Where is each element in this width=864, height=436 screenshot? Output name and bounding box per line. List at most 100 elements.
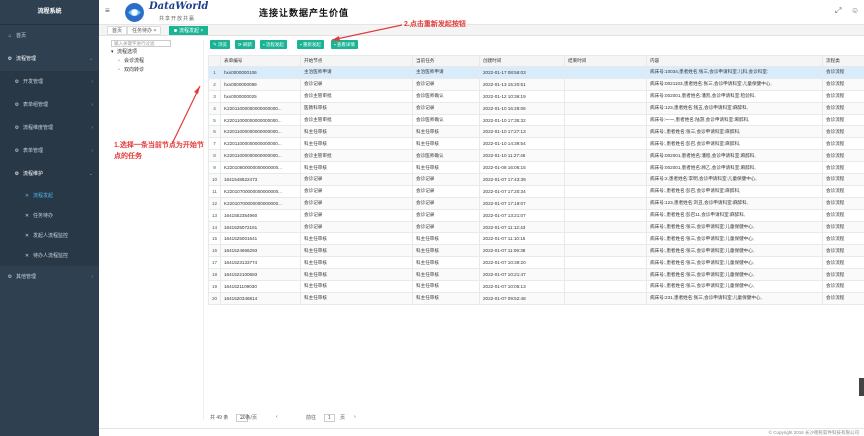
column-header-form-no[interactable]: 表单编号	[220, 55, 301, 67]
table-cell: 会诊流程	[822, 137, 864, 151]
user-icon[interactable]: ☺	[851, 6, 859, 15]
table-row[interactable]: 3 hxx0000000025 会诊主管审批 会诊医师确认 2022-01-12 10:…	[208, 89, 864, 103]
sidebar-item-initiator-monitor[interactable]: ✕ 发起人流程监控	[0, 226, 99, 246]
table-cell: 会诊流程	[822, 77, 864, 91]
column-header-create-time[interactable]: 创建时间	[479, 55, 565, 67]
table-cell	[564, 208, 647, 222]
page-size-select[interactable]: 20条/页 ⌄	[236, 414, 257, 422]
row-index: 4	[208, 101, 221, 115]
launch-process-button[interactable]: ▪ 流程发起	[260, 40, 287, 49]
wrench-icon: ✕	[24, 233, 30, 239]
table-row[interactable]: 1 hxx0000000106 主治医师申请 主治医师申请 2022-01-17 08:…	[208, 66, 864, 79]
sidebar-item-form-group[interactable]: ⚙ 表单组管理 ›	[0, 94, 99, 117]
next-page-button[interactable]: ›	[354, 414, 356, 420]
tab-process-launch[interactable]: 流程发起 ×	[169, 26, 209, 35]
table-cell: 会诊医师确认	[412, 89, 480, 103]
sidebar-item-process-management[interactable]: ⚙ 流程管理 ⌄	[0, 48, 99, 71]
tree-node-referral[interactable]: ▫ 双向转诊	[111, 66, 203, 75]
menu-toggle-icon[interactable]: ≡	[105, 6, 110, 15]
table-cell: 病床号:0021103,患者姓名:张三,会诊申请科室:儿童保健中心,	[646, 77, 823, 91]
column-header-process-type[interactable]: 流程类	[822, 55, 864, 67]
table-cell: 2022-01-10 14:39:54	[479, 137, 565, 151]
table-cell: K22011000000000000000...	[220, 101, 301, 115]
table-row[interactable]: 14 1641525072161 会诊记录 会诊记录 2022-01-07 11:12:…	[208, 220, 864, 234]
table-row[interactable]: 13 1641552354960 会诊记录 会诊记录 2022-01-07 13:21:…	[208, 208, 864, 222]
table-cell: 病床号:002001,患者姓名:潘凯,会诊申请科室:检验科,	[646, 89, 823, 103]
page-unit-label: 页	[340, 415, 346, 421]
row-index: 5	[208, 113, 221, 127]
table-cell: 会诊主管审批	[300, 149, 413, 163]
row-index: 18	[208, 268, 221, 282]
table-row[interactable]: 11 K22010700000000000000... 会诊记录 会诊记录 2022-0…	[208, 184, 864, 198]
table-row[interactable]: 17 1641523133774 科主任审核 科主任审核 2022-01-07 10:3…	[208, 256, 864, 270]
row-index: 7	[208, 137, 221, 151]
table-row[interactable]: 15 1641525001641 科主任审核 科主任审核 2022-01-07 11:1…	[208, 232, 864, 246]
relaunch-button[interactable]: ▪ 重新发起	[297, 40, 324, 49]
table-cell: 2022-01-10 16:28:06	[479, 101, 565, 115]
page-number-input[interactable]: 1	[324, 414, 335, 422]
table-row[interactable]: 19 1641521109030 科主任审核 科主任审核 2022-01-07 10:0…	[208, 280, 864, 293]
sidebar-item-form-management[interactable]: ⚙ 表单管理 ›	[0, 140, 99, 163]
side-scroll-handle[interactable]	[859, 378, 864, 396]
sidebar-item-task-todo[interactable]: ✕ 任务待办	[0, 206, 99, 226]
table-cell: K22010700000000000000...	[220, 196, 301, 210]
table-row[interactable]: 8 K22011000000000000000... 会诊主管审批 会诊医师确认 202…	[208, 149, 864, 163]
browse-button[interactable]: ✎ 浏览	[210, 40, 231, 49]
table-cell: hxx0000000025	[220, 89, 301, 103]
table-row[interactable]: 2 hxx0000000099 会诊记录 会诊记录 2022-01-13 15:20:5…	[208, 77, 864, 91]
sidebar-item-home[interactable]: ⌂ 首页	[0, 25, 99, 48]
table-cell: 科主任审核	[412, 280, 480, 293]
table-cell	[564, 125, 647, 139]
sidebar-item-other-management[interactable]: ⚙ 其他管理 ›	[0, 266, 99, 289]
table-row[interactable]: 6 K22011000000000000000... 科主任审核 科主任审核 2022-…	[208, 125, 864, 139]
sidebar-item-assignee-monitor[interactable]: ✕ 待办人流程监控	[0, 246, 99, 266]
tab-home[interactable]: 首页	[107, 26, 128, 35]
table-cell: 2022-01-07 11:12:43	[479, 220, 565, 234]
table-cell: 2022-01-07 11:10:15	[479, 232, 565, 246]
refresh-button[interactable]: ⟳ 刷新	[235, 40, 256, 49]
column-header-end-time[interactable]: 结束时间	[564, 55, 647, 67]
table-cell: 会诊流程	[822, 89, 864, 103]
table-cell: 1641525001641	[220, 232, 301, 246]
table-cell	[564, 280, 647, 293]
table-cell: 主治医师申请	[300, 66, 413, 79]
table-row[interactable]: 9 K22010800000000000000... 科主任审核 科主任审核 2022-…	[208, 161, 864, 175]
table-cell	[564, 101, 647, 115]
sidebar-item-dev-management[interactable]: ⚙ 开发管理 ›	[0, 71, 99, 94]
prev-page-button[interactable]: ‹	[276, 414, 278, 420]
table-cell: 2022-01-07 10:05:13	[479, 280, 565, 293]
annotation-step1: 1.选择一条当前节点为开始节点的任务	[114, 142, 204, 160]
table-cell	[564, 89, 647, 103]
table-row[interactable]: 5 K22011000000000000000... 会诊主管审批 会诊医师确认 202…	[208, 113, 864, 127]
table-cell: 2022-01-07 10:21:47	[479, 268, 565, 282]
view-details-button[interactable]: ▪ 查看详情	[331, 40, 358, 49]
active-dot-icon	[174, 29, 177, 33]
table-row[interactable]: 18 1641522100683 科主任审核 科主任审核 2022-01-07 10:2…	[208, 268, 864, 282]
fullscreen-icon[interactable]: ⤢	[835, 6, 841, 16]
tree-node-root[interactable]: ▾ 流程选项	[111, 48, 203, 57]
table-row[interactable]: 4 K22011000000000000000... 医教科审核 会诊记录 2022-0…	[208, 101, 864, 115]
tree-filter-input[interactable]: 输入关键字进行过滤	[111, 40, 171, 47]
table-cell: 科主任审核	[412, 137, 480, 151]
table-cell: 会诊流程	[822, 149, 864, 163]
column-header-content[interactable]: 内容	[646, 55, 823, 67]
sidebar-item-process-launch[interactable]: ✕ 流程发起	[0, 186, 99, 206]
table-row[interactable]: 12 K22010700000000000000... 会诊记录 会诊记录 2022-0…	[208, 196, 864, 210]
table-cell: 病床号:2,患者姓名:李明,会诊申请科室:儿童保健中心,	[646, 173, 823, 186]
table-row[interactable]: 20 1641520346814 科主任审核 科主任审核 2022-01-07 09:5…	[208, 291, 864, 305]
table-row[interactable]: 10 1641548622473 会诊记录 会诊记录 2022-01-07 17:43:…	[208, 173, 864, 186]
tab-task-todo[interactable]: 任务待办 ×	[127, 26, 162, 35]
table-cell: 病床号:一一,患者姓名:陆游,会诊申请科室:麻醉科,	[646, 113, 823, 127]
column-header-start-node[interactable]: 开始节点	[300, 55, 413, 67]
table-cell: 1641552354960	[220, 208, 301, 222]
table-row[interactable]: 7 K22011000000000000000... 科主任审核 科主任审核 2022-…	[208, 137, 864, 151]
row-index: 12	[208, 196, 221, 210]
tree-node-consultation[interactable]: ▫ 会诊流程	[111, 57, 203, 66]
table-cell: 2022-01-07 11:09:38	[479, 244, 565, 258]
sidebar-item-process-maintenance[interactable]: ⚙ 流程维护 ⌄	[0, 163, 99, 186]
table-row[interactable]: 16 1641524666293 科主任审核 科主任审核 2022-01-07 11:0…	[208, 244, 864, 258]
table-cell	[564, 77, 647, 91]
table-cell	[564, 268, 647, 282]
column-header-current-task[interactable]: 当前任务	[412, 55, 480, 67]
sidebar-item-dimension[interactable]: ⚙ 流程维度管理 ›	[0, 117, 99, 140]
